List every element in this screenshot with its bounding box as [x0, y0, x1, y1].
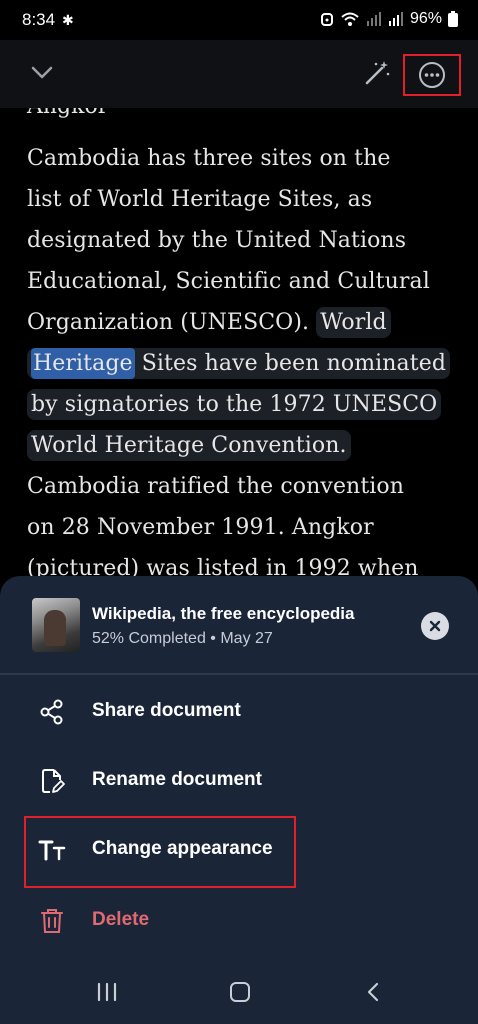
text-line: Educational, Scientific and Cultural	[27, 269, 430, 294]
text-line: Cambodia ratified the convention	[27, 474, 405, 499]
document-progress: 52% Completed • May 27	[92, 630, 273, 647]
text-line: Cambodia has three sites on the	[27, 146, 391, 171]
text-line: designated by the United Nations	[27, 228, 407, 253]
more-options-button[interactable]	[403, 54, 461, 96]
more-horizontal-icon	[419, 62, 445, 88]
share-document-label: Share document	[92, 700, 241, 721]
delete-item[interactable]: Delete	[0, 891, 478, 953]
text-line: on 28 November 1991. Angkor	[27, 515, 374, 540]
text-line: Organization (UNESCO). World	[27, 302, 457, 343]
rename-document-item[interactable]: Rename document	[0, 751, 478, 813]
text-line: list of World Heritage Sites, as	[27, 187, 373, 212]
rename-file-icon	[42, 769, 65, 793]
share-document-item[interactable]: Share document	[0, 682, 478, 744]
text-line: (pictured) was listed in 1992 when	[27, 556, 419, 578]
share-icon	[40, 699, 63, 725]
system-navigation-bar	[0, 960, 478, 1024]
reader-toolbar	[0, 40, 478, 108]
back-icon[interactable]	[366, 982, 380, 1002]
delete-label: Delete	[92, 909, 150, 930]
current-word-highlight: Heritage	[31, 348, 135, 379]
document-title: Wikipedia, the free encyclopedia	[92, 604, 355, 623]
recent-apps-icon[interactable]	[96, 982, 118, 1002]
current-sentence-highlight: World	[316, 307, 391, 338]
alarm-icon	[320, 13, 333, 26]
status-icons: 96%	[320, 10, 458, 28]
magic-wand-icon[interactable]	[362, 58, 392, 88]
current-sentence-highlight: Sites have been nominated	[141, 351, 447, 376]
signal-icon-2	[388, 12, 403, 26]
slack-notification-icon: ✱	[62, 12, 74, 28]
article-text: Cambodia has three sites on the list of …	[27, 138, 457, 578]
trash-icon	[41, 909, 63, 933]
chevron-down-icon[interactable]	[28, 58, 56, 86]
signal-icon-1	[366, 12, 381, 26]
partial-heading: Angkor	[27, 108, 108, 127]
battery-icon	[448, 11, 458, 27]
change-appearance-item[interactable]: Change appearance	[0, 820, 478, 882]
status-time: 8:34	[22, 10, 56, 29]
close-icon	[429, 620, 441, 632]
battery-percent: 96%	[409, 10, 442, 27]
text-size-icon	[38, 840, 66, 861]
text-line: Heritage Sites have been nominated	[27, 343, 457, 384]
close-sheet-button[interactable]	[421, 612, 449, 640]
status-bar: 8:34 ✱ 96%	[0, 0, 478, 40]
text-line: by signatories to the 1972 UNESCO	[27, 384, 457, 425]
current-sentence-highlight: by signatories to the 1972 UNESCO	[27, 389, 442, 420]
wifi-icon	[341, 12, 359, 26]
home-button-icon[interactable]	[230, 982, 250, 1002]
options-bottom-sheet: Wikipedia, the free encyclopedia 52% Com…	[0, 576, 478, 1024]
rename-document-label: Rename document	[92, 769, 262, 790]
text-line: World Heritage Convention.	[27, 425, 457, 466]
reader-content: Angkor Cambodia has three sites on the l…	[0, 108, 478, 578]
change-appearance-label: Change appearance	[92, 838, 273, 859]
text-segment: Organization (UNESCO).	[27, 310, 310, 335]
current-sentence-highlight: World Heritage Convention.	[27, 430, 351, 461]
document-thumbnail	[32, 598, 80, 652]
sheet-divider	[0, 673, 478, 675]
